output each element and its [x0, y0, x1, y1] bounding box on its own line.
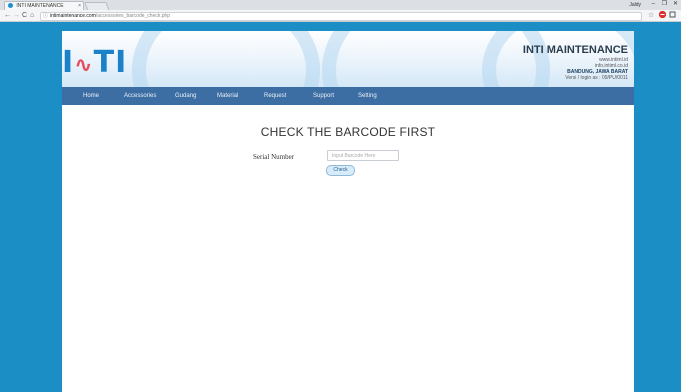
- menu-item-setting[interactable]: Setting: [358, 87, 377, 105]
- url-domain: intimaintenance.com: [50, 13, 96, 19]
- logo-letters: TI: [93, 45, 128, 80]
- reload-icon[interactable]: C: [22, 10, 27, 21]
- menu-item-gudang[interactable]: Gudang: [175, 87, 196, 105]
- company-info: INTI MAINTENANCE www.intiml.id info.inti…: [523, 44, 628, 81]
- check-button[interactable]: Check: [326, 165, 355, 176]
- address-bar[interactable]: ⓘ intimaintenance.com/accessories_barcode…: [40, 12, 642, 21]
- favicon-icon: [8, 3, 13, 8]
- browser-toolbar: ← → C ⌂ ⓘ intimaintenance.com/accessories…: [0, 10, 681, 22]
- serial-number-label: Serial Number: [253, 153, 295, 161]
- page-container: I∿TI INTI MAINTENANCE www.intiml.id info…: [62, 31, 634, 392]
- site-info-icon[interactable]: ⓘ: [43, 13, 48, 19]
- url-path: /accessories_barcode_check.php: [95, 13, 171, 19]
- site-logo[interactable]: I∿TI: [62, 45, 127, 80]
- profile-name[interactable]: Jaldy: [629, 1, 641, 10]
- home-icon[interactable]: ⌂: [30, 10, 34, 21]
- menu-item-home[interactable]: Home: [83, 87, 99, 105]
- tab-title: INTI MAINTENANCE: [16, 3, 64, 9]
- maximize-icon[interactable]: ❐: [662, 0, 667, 9]
- extension-icon[interactable]: [669, 10, 676, 21]
- browser-tabbar: INTI MAINTENANCE × Jaldy – ❐ ✕: [0, 0, 681, 11]
- login-info: Versi / login as : 09/PU/0011: [565, 75, 628, 81]
- company-name: INTI MAINTENANCE: [522, 44, 628, 56]
- bookmark-star-icon[interactable]: ☆: [648, 10, 654, 21]
- adblock-icon[interactable]: [659, 10, 666, 21]
- menu-item-request[interactable]: Request: [264, 87, 286, 105]
- logo-letter: I: [62, 45, 75, 80]
- page-title: CHECK THE BARCODE FIRST: [260, 125, 436, 139]
- menu-item-material[interactable]: Material: [217, 87, 238, 105]
- serial-number-input[interactable]: Input Barcode Here: [327, 150, 399, 161]
- menu-item-support[interactable]: Support: [313, 87, 334, 105]
- forward-icon[interactable]: →: [13, 10, 20, 21]
- menu-item-accessories[interactable]: Accessories: [124, 87, 156, 105]
- header-wave-decoration: [132, 31, 320, 87]
- main-menu: Home Accessories Gudang Material Request…: [62, 87, 634, 105]
- window-close-icon[interactable]: ✕: [673, 0, 678, 9]
- site-header: I∿TI INTI MAINTENANCE www.intiml.id info…: [62, 31, 634, 87]
- minimize-icon[interactable]: –: [652, 0, 655, 9]
- back-icon[interactable]: ←: [4, 10, 11, 21]
- main-content: CHECK THE BARCODE FIRST Serial Number In…: [62, 105, 634, 392]
- logo-swoosh: ∿: [74, 53, 94, 78]
